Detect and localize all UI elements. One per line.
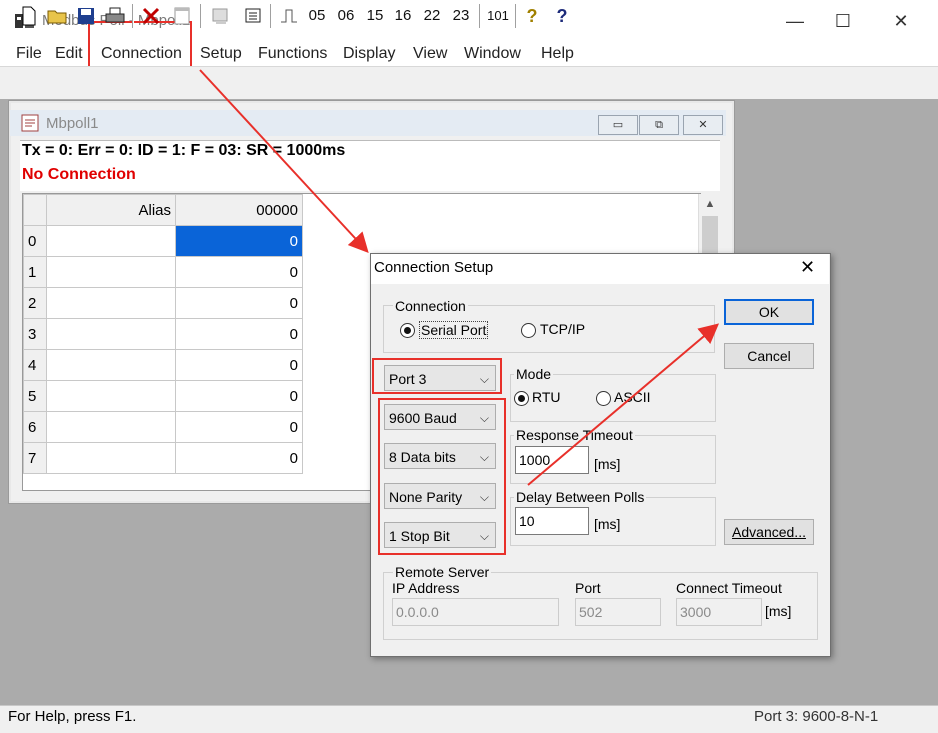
arrow-to-ok — [527, 323, 720, 486]
annotation-arrows — [199, 69, 720, 486]
arrow-to-dialog — [199, 69, 369, 253]
